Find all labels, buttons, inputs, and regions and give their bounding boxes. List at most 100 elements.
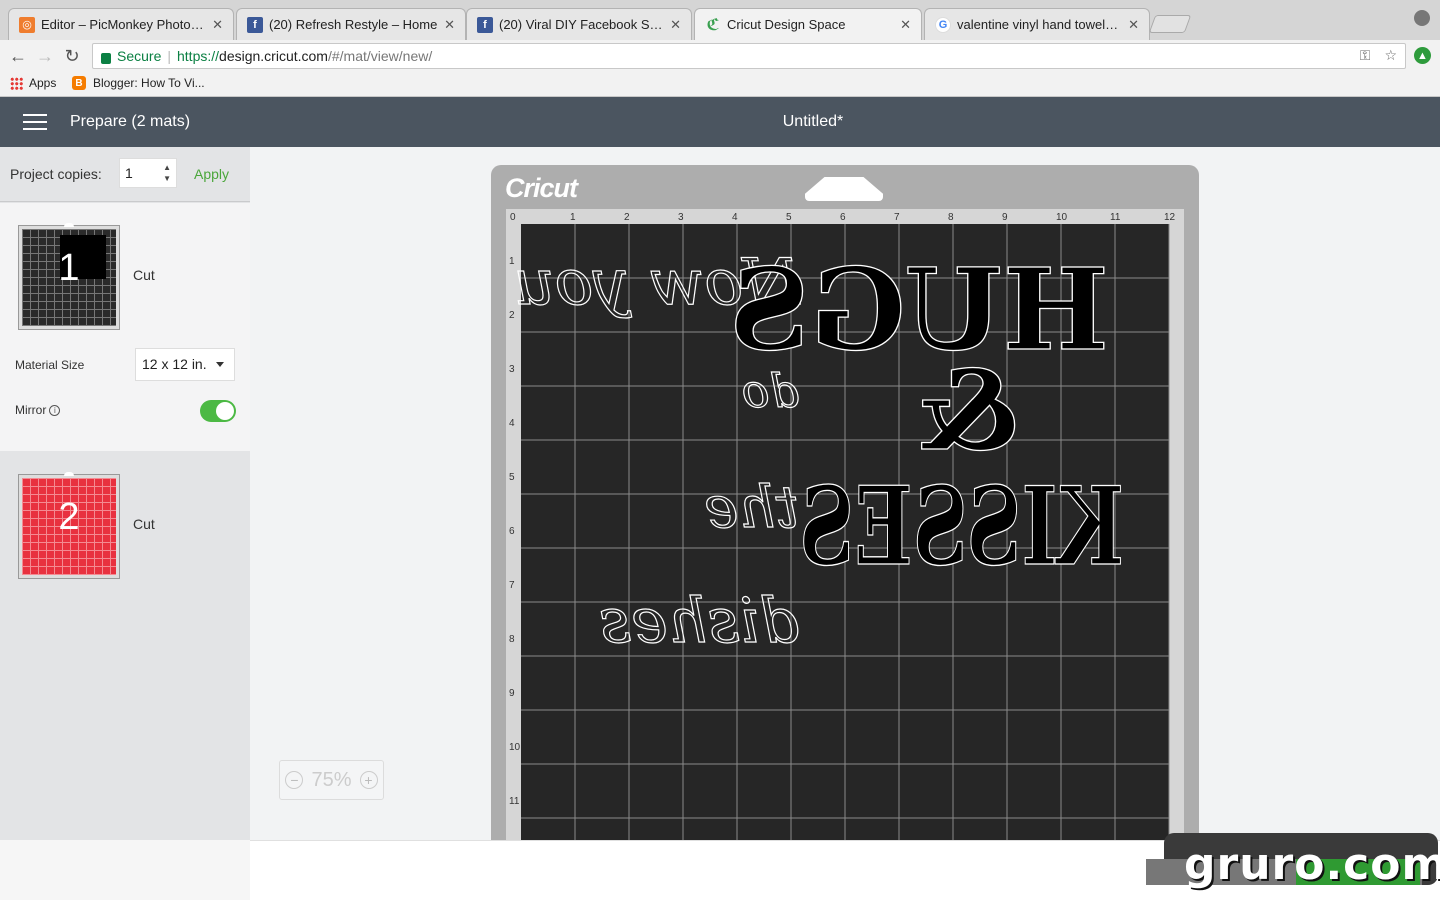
zoom-level: 75% bbox=[311, 768, 352, 791]
mat-grid: 1 bbox=[22, 229, 116, 326]
mat-item-2[interactable]: 2 Cut bbox=[0, 451, 250, 840]
mirror-toggle[interactable] bbox=[200, 400, 236, 422]
bookmark-label: Apps bbox=[29, 76, 57, 90]
tab-title: Cricut Design Space bbox=[727, 17, 846, 32]
tab-title: valentine vinyl hand towels – bbox=[957, 17, 1123, 32]
apps-grid-icon bbox=[10, 76, 23, 90]
google-icon: G bbox=[935, 16, 951, 33]
mat-canvas: Cricut 0 1 2 3 4 5 6 7 8 9 10 11 12 1 2 3 4 5 6 7 8 9 10 11 No… bbox=[250, 147, 1440, 859]
url-scheme: https:// bbox=[177, 48, 220, 64]
bookmark-star-icon[interactable]: ☆ bbox=[1384, 47, 1397, 64]
mat-surface: 0 1 2 3 4 5 6 7 8 9 10 11 12 1234567891011 Now you d… bbox=[506, 209, 1184, 859]
browser-tab-viral-diy[interactable]: f (20) Viral DIY Facebook Sharing ✕ bbox=[466, 8, 692, 40]
mat-grid: 2 bbox=[22, 478, 116, 575]
ruler-tick-label: 5 bbox=[786, 212, 792, 223]
ruler-tick-label: 11 bbox=[1110, 212, 1121, 223]
cricut-logo: Cricut bbox=[505, 173, 578, 203]
ruler-tick-label: 0 bbox=[510, 212, 516, 223]
tab-title: (20) Refresh Restyle – Home bbox=[269, 17, 438, 32]
chevron-down-icon bbox=[216, 362, 224, 367]
forward-arrow-icon[interactable]: → bbox=[33, 44, 57, 68]
design-text-hugs: HUGS bbox=[729, 245, 1109, 376]
back-arrow-icon[interactable]: ← bbox=[6, 44, 30, 68]
new-tab-button[interactable] bbox=[1148, 15, 1192, 33]
mat-notch bbox=[64, 472, 74, 476]
close-icon[interactable]: ✕ bbox=[670, 17, 681, 33]
zoom-out-button[interactable]: − bbox=[285, 771, 304, 789]
ruler-tick-label: 5 bbox=[509, 472, 515, 483]
reload-icon[interactable]: ↻ bbox=[60, 44, 84, 68]
ruler-tick-label: 3 bbox=[678, 212, 684, 223]
ruler-tick-label: 11 bbox=[509, 796, 520, 807]
url-path: /#/mat/view/new/ bbox=[327, 48, 433, 64]
ruler-tick-label: 10 bbox=[1056, 212, 1068, 223]
mat-number: 1 bbox=[58, 247, 80, 289]
project-copies-row: Project copies: 1 ▲ ▼ Apply bbox=[0, 147, 250, 202]
mat-thumbnail-2[interactable]: 2 bbox=[18, 472, 120, 579]
mat-item-1[interactable]: 1 Cut Material Size 12 x 12 in. Mirror i bbox=[0, 203, 250, 451]
close-icon[interactable]: ✕ bbox=[1128, 17, 1139, 33]
zoom-in-button[interactable]: + bbox=[359, 771, 378, 789]
apply-button[interactable]: Apply bbox=[194, 166, 229, 182]
ruler-tick-label: 8 bbox=[948, 212, 954, 223]
address-separator: | bbox=[167, 48, 171, 64]
mat-action-label: Cut bbox=[133, 267, 155, 283]
browser-tab-picmonkey[interactable]: ◎ Editor – PicMonkey Photo Editor ✕ bbox=[8, 8, 234, 40]
footer-left bbox=[0, 840, 250, 900]
ruler-tick-label: 8 bbox=[509, 634, 515, 645]
info-icon[interactable]: i bbox=[49, 404, 61, 416]
url-host: design.cricut.com bbox=[219, 48, 328, 64]
material-size-label: Material Size bbox=[15, 358, 85, 372]
mat-thumbnail-1[interactable]: 1 bbox=[18, 223, 120, 330]
tab-title: (20) Viral DIY Facebook Sharing bbox=[499, 17, 664, 32]
material-size-value: 12 x 12 in. bbox=[142, 356, 207, 372]
copies-stepper[interactable]: ▲ ▼ bbox=[163, 162, 171, 184]
ruler-tick-label: 2 bbox=[624, 212, 630, 223]
browser-tab-cricut[interactable]: ℭ Cricut Design Space ✕ bbox=[694, 8, 922, 40]
bookmark-label: Blogger: How To Vi... bbox=[93, 76, 205, 90]
project-copies-value: 1 bbox=[125, 165, 133, 181]
key-icon[interactable]: ⚿ bbox=[1360, 47, 1371, 64]
project-copies-input[interactable]: 1 ▲ ▼ bbox=[119, 158, 177, 188]
bookmark-blogger[interactable]: B Blogger: How To Vi... bbox=[72, 76, 205, 90]
close-icon[interactable]: ✕ bbox=[212, 17, 223, 33]
ruler-tick-label: 10 bbox=[509, 742, 521, 753]
tab-title: Editor – PicMonkey Photo Editor bbox=[41, 17, 206, 32]
profile-icon[interactable] bbox=[1414, 10, 1430, 26]
material-size-select[interactable]: 12 x 12 in. bbox=[135, 348, 235, 381]
mat-load-notch bbox=[805, 177, 883, 201]
project-copies-label: Project copies: bbox=[10, 166, 102, 182]
mat-list-panel: Project copies: 1 ▲ ▼ Apply 1 Cut Materia… bbox=[0, 147, 250, 840]
ruler-tick-label: 1 bbox=[570, 212, 576, 223]
browser-tab-google-search[interactable]: G valentine vinyl hand towels – ✕ bbox=[924, 8, 1150, 40]
facebook-icon: f bbox=[247, 16, 263, 33]
close-icon[interactable]: ✕ bbox=[900, 17, 911, 33]
ruler-tick-label: 3 bbox=[509, 364, 515, 375]
lock-icon bbox=[101, 52, 111, 64]
address-bar[interactable]: Secure | https:// design.cricut.com /#/m… bbox=[92, 43, 1406, 69]
facebook-icon: f bbox=[477, 16, 493, 33]
picmonkey-icon: ◎ bbox=[19, 16, 35, 33]
mat-number: 2 bbox=[58, 496, 80, 538]
cutting-mat: Cricut 0 1 2 3 4 5 6 7 8 9 10 11 12 1 2 3 4 5 6 7 8 9 10 11 No… bbox=[491, 165, 1199, 859]
ruler-tick-label: 9 bbox=[509, 688, 515, 699]
bookmarks-bar: Apps B Blogger: How To Vi... bbox=[0, 72, 1440, 97]
ruler-tick-label: 7 bbox=[894, 212, 900, 223]
bookmark-apps[interactable]: Apps bbox=[10, 76, 56, 90]
zoom-control: − 75% + bbox=[279, 760, 384, 800]
app-header: Prepare (2 mats) Untitled* bbox=[0, 97, 1440, 147]
design-text-ampersand: & bbox=[920, 346, 1019, 475]
watermark-text: gruro.com bbox=[1184, 839, 1440, 890]
ruler-tick-label: 4 bbox=[732, 212, 738, 223]
ruler-tick-label: 9 bbox=[1002, 212, 1008, 223]
mirror-label-row: Mirror i bbox=[15, 403, 61, 417]
watermark: gruro.com bbox=[1146, 833, 1440, 900]
ruler-tick-label: 12 bbox=[1164, 212, 1176, 223]
extension-icon[interactable]: ▲ bbox=[1414, 47, 1431, 64]
browser-toolbar: ← → ↻ Secure | https:// design.cricut.co… bbox=[0, 40, 1440, 72]
ruler-tick-label: 4 bbox=[509, 418, 515, 429]
design-text-dishes: dishes bbox=[599, 584, 799, 657]
ruler-tick-label: 6 bbox=[840, 212, 846, 223]
close-icon[interactable]: ✕ bbox=[444, 17, 455, 33]
browser-tab-refresh-restyle[interactable]: f (20) Refresh Restyle – Home ✕ bbox=[236, 8, 466, 40]
